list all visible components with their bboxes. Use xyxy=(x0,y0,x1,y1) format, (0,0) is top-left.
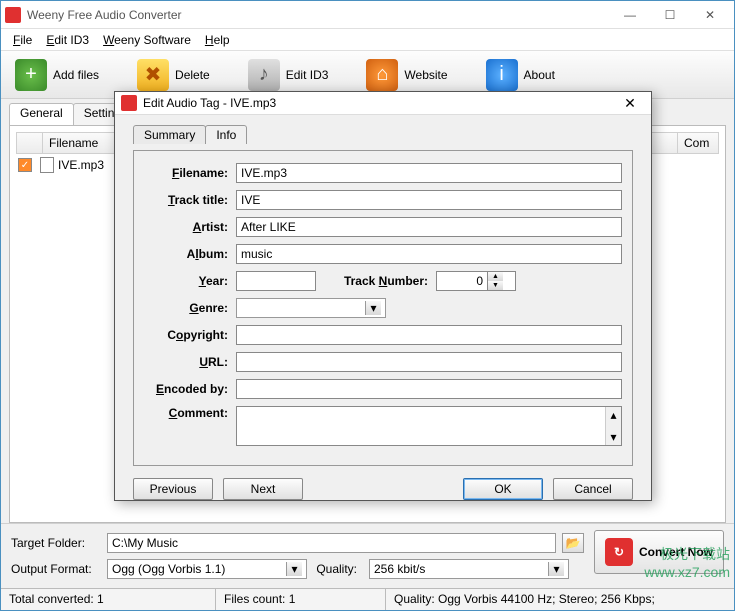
dialog-close-button[interactable]: ✕ xyxy=(615,92,645,114)
titlebar: Weeny Free Audio Converter — ☐ ✕ xyxy=(1,1,734,29)
status-quality: Quality: Ogg Vorbis 44100 Hz; Stereo; 25… xyxy=(386,589,734,610)
quality-label: Quality: xyxy=(313,562,363,576)
delete-icon: ✖ xyxy=(137,59,169,91)
track-number-spinner[interactable]: ▲▼ xyxy=(436,271,516,291)
folder-icon: 📂 xyxy=(566,536,581,550)
dialog-title: Edit Audio Tag - IVE.mp3 xyxy=(143,96,615,110)
artist-input[interactable]: After LIKE xyxy=(236,217,622,237)
add-files-button[interactable]: + Add files xyxy=(11,57,103,93)
url-input[interactable] xyxy=(236,352,622,372)
spin-up-icon[interactable]: ▲ xyxy=(488,272,503,281)
row-checkbox[interactable]: ✓ xyxy=(18,158,32,172)
window-title: Weeny Free Audio Converter xyxy=(27,8,610,22)
genre-combo[interactable]: ▾ xyxy=(236,298,386,318)
artist-label: Artist: xyxy=(144,220,236,234)
statusbar: Total converted: 1 Files count: 1 Qualit… xyxy=(1,588,734,610)
menu-file[interactable]: File xyxy=(7,31,38,49)
status-files: Files count: 1 xyxy=(216,589,386,610)
year-label: Year: xyxy=(144,274,236,288)
edit-icon: ♪ xyxy=(248,59,280,91)
copyright-label: Copyright: xyxy=(144,328,236,342)
year-input[interactable] xyxy=(236,271,316,291)
chevron-down-icon: ▾ xyxy=(286,562,302,576)
col-com[interactable]: Com xyxy=(678,133,718,153)
convert-now-button[interactable]: ↻ Convert Now xyxy=(594,530,724,574)
app-icon xyxy=(5,7,21,23)
encoded-by-input[interactable] xyxy=(236,379,622,399)
edit-id3-button[interactable]: ♪ Edit ID3 xyxy=(244,57,333,93)
main-window: Weeny Free Audio Converter — ☐ ✕ File Ed… xyxy=(0,0,735,611)
menubar: File Edit ID3 Weeny Software Help xyxy=(1,29,734,51)
spin-down-icon[interactable]: ▼ xyxy=(488,281,503,290)
row-filename: IVE.mp3 xyxy=(58,158,104,172)
chevron-down-icon: ▾ xyxy=(548,562,564,576)
delete-label: Delete xyxy=(175,68,210,82)
scrollbar[interactable]: ▴▾ xyxy=(605,407,621,445)
convert-icon: ↻ xyxy=(605,538,633,566)
close-button[interactable]: ✕ xyxy=(690,3,730,27)
filename-label: Filename: xyxy=(144,166,236,180)
dialog-body: Filename:IVE.mp3 Track title:IVE Artist:… xyxy=(133,150,633,466)
quality-combo[interactable]: 256 kbit/s▾ xyxy=(369,559,569,579)
website-label: Website xyxy=(404,68,447,82)
status-total: Total converted: 1 xyxy=(1,589,216,610)
output-format-label: Output Format: xyxy=(11,562,101,576)
menu-weeny-software[interactable]: Weeny Software xyxy=(97,31,197,49)
minimize-button[interactable]: — xyxy=(610,3,650,27)
encoded-by-label: Encoded by: xyxy=(144,382,236,396)
album-input[interactable]: music xyxy=(236,244,622,264)
delete-button[interactable]: ✖ Delete xyxy=(133,57,214,93)
album-label: Album: xyxy=(144,247,236,261)
track-title-label: Track title: xyxy=(144,193,236,207)
track-number-label: Track Number: xyxy=(316,274,436,288)
website-button[interactable]: ⌂ Website xyxy=(362,57,451,93)
tab-general[interactable]: General xyxy=(9,103,74,125)
menu-help[interactable]: Help xyxy=(199,31,236,49)
filename-input[interactable]: IVE.mp3 xyxy=(236,163,622,183)
about-button[interactable]: i About xyxy=(482,57,559,93)
track-number-input[interactable] xyxy=(437,272,487,290)
dialog-titlebar[interactable]: Edit Audio Tag - IVE.mp3 ✕ xyxy=(115,92,651,115)
add-icon: + xyxy=(15,59,47,91)
file-icon xyxy=(40,157,54,173)
about-label: About xyxy=(524,68,555,82)
edit-label: Edit ID3 xyxy=(286,68,329,82)
menu-edit-id3[interactable]: Edit ID3 xyxy=(40,31,95,49)
cancel-button[interactable]: Cancel xyxy=(553,478,633,500)
bottom-panel: Target Folder: C:\My Music 📂 Output Form… xyxy=(1,523,734,588)
ok-button[interactable]: OK xyxy=(463,478,543,500)
chevron-down-icon: ▾ xyxy=(365,301,381,315)
edit-audio-tag-dialog: Edit Audio Tag - IVE.mp3 ✕ Summary Info … xyxy=(114,91,652,501)
browse-folder-button[interactable]: 📂 xyxy=(562,533,584,553)
output-format-combo[interactable]: Ogg (Ogg Vorbis 1.1)▾ xyxy=(107,559,307,579)
convert-label: Convert Now xyxy=(639,545,713,559)
genre-label: Genre: xyxy=(144,301,236,315)
add-label: Add files xyxy=(53,68,99,82)
copyright-input[interactable] xyxy=(236,325,622,345)
col-check[interactable] xyxy=(17,133,43,153)
maximize-button[interactable]: ☐ xyxy=(650,3,690,27)
info-icon: i xyxy=(486,59,518,91)
next-button[interactable]: Next xyxy=(223,478,303,500)
track-title-input[interactable]: IVE xyxy=(236,190,622,210)
app-icon xyxy=(121,95,137,111)
tab-info[interactable]: Info xyxy=(205,125,247,144)
comment-label: Comment: xyxy=(144,406,236,420)
previous-button[interactable]: Previous xyxy=(133,478,213,500)
tab-summary[interactable]: Summary xyxy=(133,125,206,144)
url-label: URL: xyxy=(144,355,236,369)
comment-input[interactable]: ▴▾ xyxy=(236,406,622,446)
target-folder-label: Target Folder: xyxy=(11,536,101,550)
home-icon: ⌂ xyxy=(366,59,398,91)
target-folder-input[interactable]: C:\My Music xyxy=(107,533,556,553)
